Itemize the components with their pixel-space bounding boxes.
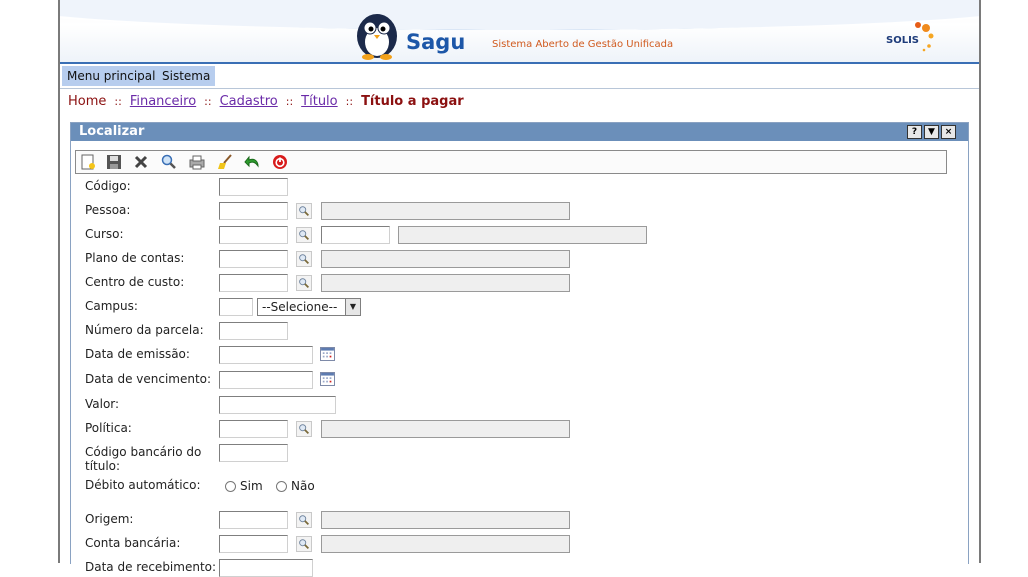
origem-search-icon[interactable] bbox=[296, 512, 312, 528]
panel-title: Localizar ? ▼ × bbox=[71, 123, 968, 141]
minimize-button[interactable]: ▼ bbox=[924, 125, 939, 139]
chevron-down-icon: ▼ bbox=[345, 299, 360, 315]
help-button[interactable]: ? bbox=[907, 125, 922, 139]
back-icon[interactable] bbox=[244, 154, 260, 170]
app-frame: Sagu Sistema Aberto de Gestão Unificada … bbox=[58, 0, 981, 577]
close-button[interactable]: × bbox=[941, 125, 956, 139]
centro-search-icon[interactable] bbox=[296, 275, 312, 291]
conta-name-readonly bbox=[321, 535, 570, 553]
conta-search-icon[interactable] bbox=[296, 536, 312, 552]
parcela-input[interactable] bbox=[219, 322, 288, 340]
campus-input[interactable] bbox=[219, 298, 253, 316]
debito-sim-label: Sim bbox=[240, 479, 263, 493]
curso-search-icon[interactable] bbox=[296, 227, 312, 243]
delete-icon[interactable] bbox=[133, 154, 149, 170]
campus-select[interactable]: --Selecione-- ▼ bbox=[257, 298, 361, 316]
plano-name-readonly bbox=[321, 250, 570, 268]
curso-name-readonly bbox=[398, 226, 647, 244]
conta-label: Conta bancária: bbox=[85, 536, 181, 550]
search-icon[interactable] bbox=[161, 154, 177, 170]
codigo-bancario-input[interactable] bbox=[219, 444, 288, 462]
centro-name-readonly bbox=[321, 274, 570, 292]
breadcrumb: Home:: Financeiro:: Cadastro:: Título:: Títu… bbox=[68, 94, 464, 109]
emissao-label: Data de emissão: bbox=[85, 347, 190, 361]
curso-label: Curso: bbox=[85, 227, 124, 241]
emissao-input[interactable] bbox=[219, 346, 313, 364]
origem-input[interactable] bbox=[219, 511, 288, 529]
pessoa-label: Pessoa: bbox=[85, 203, 131, 217]
valor-label: Valor: bbox=[85, 397, 120, 411]
politica-label: Política: bbox=[85, 421, 132, 435]
pessoa-search-icon[interactable] bbox=[296, 203, 312, 219]
vendor-logo-text: SOLIS bbox=[886, 35, 919, 46]
localizar-panel: Localizar ? ▼ × Código: Pessoa: Curso: P… bbox=[70, 122, 969, 577]
save-icon[interactable] bbox=[106, 154, 122, 170]
politica-name-readonly bbox=[321, 420, 570, 438]
politica-input[interactable] bbox=[219, 420, 288, 438]
codigo-input[interactable] bbox=[219, 178, 288, 196]
clear-icon[interactable] bbox=[217, 154, 233, 170]
recebimento-input[interactable] bbox=[219, 559, 313, 577]
plano-label: Plano de contas: bbox=[85, 251, 185, 265]
codigo-bancario-label-line2: título: bbox=[85, 459, 121, 473]
app-header: Sagu Sistema Aberto de Gestão Unificada … bbox=[60, 0, 979, 64]
valor-input[interactable] bbox=[219, 396, 336, 414]
centro-label: Centro de custo: bbox=[85, 275, 185, 289]
debito-nao-label: Não bbox=[291, 479, 315, 493]
vencimento-input[interactable] bbox=[219, 371, 313, 389]
codigo-label: Código: bbox=[85, 179, 131, 193]
campus-select-value: --Selecione-- bbox=[262, 300, 338, 314]
menu-bar: Menu principal Sistema bbox=[60, 64, 979, 89]
toolbar bbox=[75, 150, 947, 174]
new-icon[interactable] bbox=[80, 154, 96, 170]
plano-search-icon[interactable] bbox=[296, 251, 312, 267]
breadcrumb-cadastro[interactable]: Cadastro bbox=[220, 94, 278, 109]
breadcrumb-current: Título a pagar bbox=[361, 94, 464, 109]
exit-icon[interactable] bbox=[272, 154, 288, 170]
recebimento-label: Data de recebimento: bbox=[85, 560, 217, 574]
breadcrumb-titulo[interactable]: Título bbox=[301, 94, 337, 109]
centro-input[interactable] bbox=[219, 274, 288, 292]
curso-version-input[interactable] bbox=[321, 226, 390, 244]
politica-search-icon[interactable] bbox=[296, 421, 312, 437]
debito-label: Débito automático: bbox=[85, 478, 201, 492]
breadcrumb-financeiro[interactable]: Financeiro bbox=[130, 94, 196, 109]
app-logo-text: Sagu bbox=[406, 30, 466, 54]
codigo-bancario-label-line1: Código bancário do bbox=[85, 445, 202, 459]
pessoa-name-readonly bbox=[321, 202, 570, 220]
debito-nao-radio[interactable] bbox=[276, 481, 287, 492]
parcela-label: Número da parcela: bbox=[85, 323, 204, 337]
conta-input[interactable] bbox=[219, 535, 288, 553]
pessoa-input[interactable] bbox=[219, 202, 288, 220]
debito-sim-radio[interactable] bbox=[225, 481, 236, 492]
origem-label: Origem: bbox=[85, 512, 134, 526]
penguin-mascot-icon bbox=[357, 14, 397, 60]
emissao-calendar-icon[interactable] bbox=[320, 347, 335, 361]
menu-principal-button[interactable]: Menu principal bbox=[62, 66, 161, 86]
menu-sistema-button[interactable]: Sistema bbox=[157, 66, 216, 86]
vencimento-calendar-icon[interactable] bbox=[320, 372, 335, 386]
curso-input[interactable] bbox=[219, 226, 288, 244]
plano-input[interactable] bbox=[219, 250, 288, 268]
origem-name-readonly bbox=[321, 511, 570, 529]
vencimento-label: Data de vencimento: bbox=[85, 372, 212, 386]
panel-title-text: Localizar bbox=[79, 124, 145, 139]
campus-label: Campus: bbox=[85, 299, 138, 313]
breadcrumb-home[interactable]: Home bbox=[68, 94, 106, 109]
print-icon[interactable] bbox=[189, 154, 205, 170]
app-tagline: Sistema Aberto de Gestão Unificada bbox=[492, 39, 674, 50]
